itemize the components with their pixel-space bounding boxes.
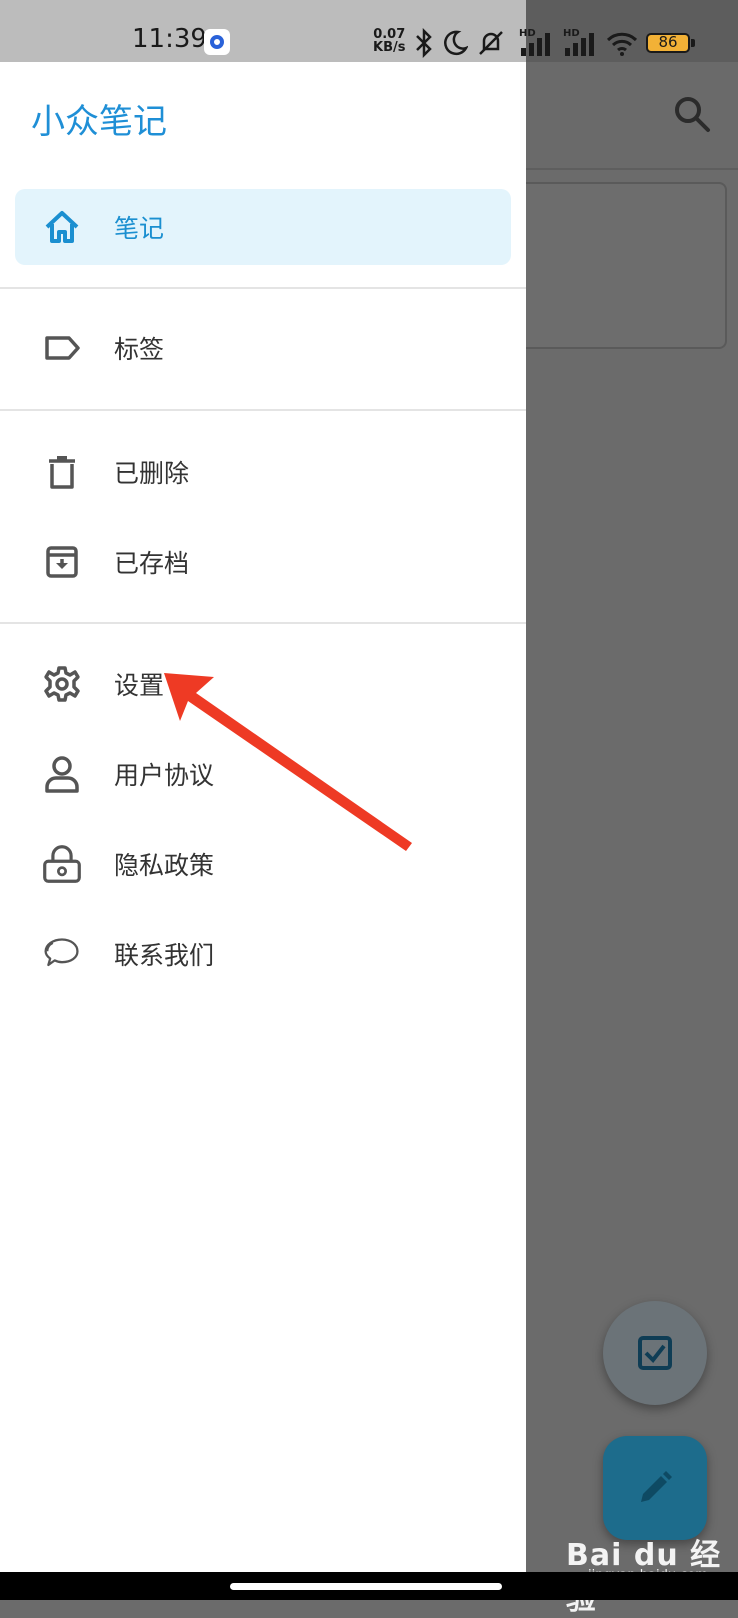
app-title: 小众笔记 [31, 102, 167, 142]
drawer-item-contact-us[interactable]: 联系我们 [15, 916, 511, 992]
drawer-divider [0, 287, 526, 289]
drawer-item-archived[interactable]: 已存档 [15, 524, 511, 600]
status-time: 11:39 [132, 24, 207, 54]
drawer-item-label: 笔记 [114, 214, 165, 243]
user-icon [42, 754, 82, 794]
new-note-button[interactable] [603, 1436, 707, 1540]
checkbox-icon [638, 1336, 672, 1370]
drawer-item-label: 已存档 [114, 549, 190, 578]
drawer-item-deleted[interactable]: 已删除 [15, 434, 511, 510]
battery-indicator: 86 [646, 33, 690, 53]
drawer-item-labels[interactable]: 标签 [15, 310, 511, 386]
network-speed: 0.07 KB/s [373, 27, 406, 55]
status-bar: 11:39 0.07 KB/s HD HD 86 [0, 0, 738, 62]
notification-app-icon [204, 29, 230, 55]
annotation-arrow [164, 673, 412, 851]
drawer-item-label: 已删除 [114, 459, 190, 488]
signal-icon-2 [565, 33, 594, 56]
note-card[interactable] [505, 182, 727, 349]
bluetooth-icon [416, 28, 432, 58]
signal-icon-1 [521, 33, 550, 56]
drawer-item-label: 标签 [114, 335, 165, 364]
new-checklist-button[interactable] [603, 1301, 707, 1405]
muted-bell-icon [479, 31, 503, 55]
drawer-item-notes[interactable]: 笔记 [15, 189, 511, 265]
drawer-divider [0, 622, 526, 624]
gear-icon [42, 664, 82, 704]
lock-icon [42, 844, 82, 884]
home-gesture-handle[interactable] [230, 1583, 502, 1590]
drawer-divider [0, 409, 526, 411]
home-icon [42, 207, 82, 247]
wifi-icon [606, 32, 638, 56]
chat-icon [42, 934, 82, 974]
moon-icon [444, 30, 468, 56]
archive-icon [42, 542, 82, 582]
pencil-icon [641, 1471, 672, 1502]
trash-icon [42, 452, 82, 492]
drawer-item-label: 联系我们 [114, 941, 215, 970]
search-icon[interactable] [672, 94, 712, 134]
label-icon [42, 328, 82, 368]
